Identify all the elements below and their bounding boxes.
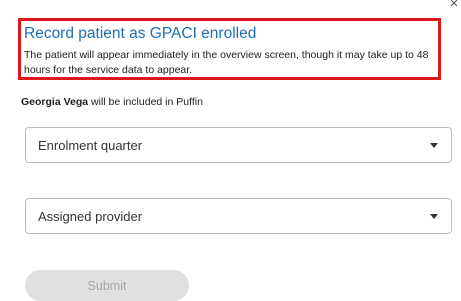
inclusion-note: Georgia Vega will be included in Puffin (21, 95, 203, 109)
dialog-title: Record patient as GPACI enrolled (24, 25, 257, 42)
chevron-down-icon (430, 143, 438, 148)
enrolment-quarter-label: Enrolment quarter (38, 137, 143, 153)
highlighted-header: Record patient as GPACI enrolled The pat… (18, 18, 441, 80)
chevron-down-icon (430, 214, 438, 219)
enrol-patient-dialog: × Record patient as GPACI enrolled The p… (0, 0, 461, 301)
assigned-provider-select[interactable]: Assigned provider (25, 198, 452, 234)
close-icon[interactable]: × (447, 0, 461, 11)
dialog-description: The patient will appear immediately in t… (24, 49, 429, 76)
inclusion-text: will be included in Puffin (88, 96, 203, 108)
submit-button[interactable]: Submit (25, 270, 189, 301)
enrolment-quarter-select[interactable]: Enrolment quarter (25, 127, 452, 163)
assigned-provider-label: Assigned provider (38, 208, 143, 224)
patient-name: Georgia Vega (21, 96, 89, 108)
